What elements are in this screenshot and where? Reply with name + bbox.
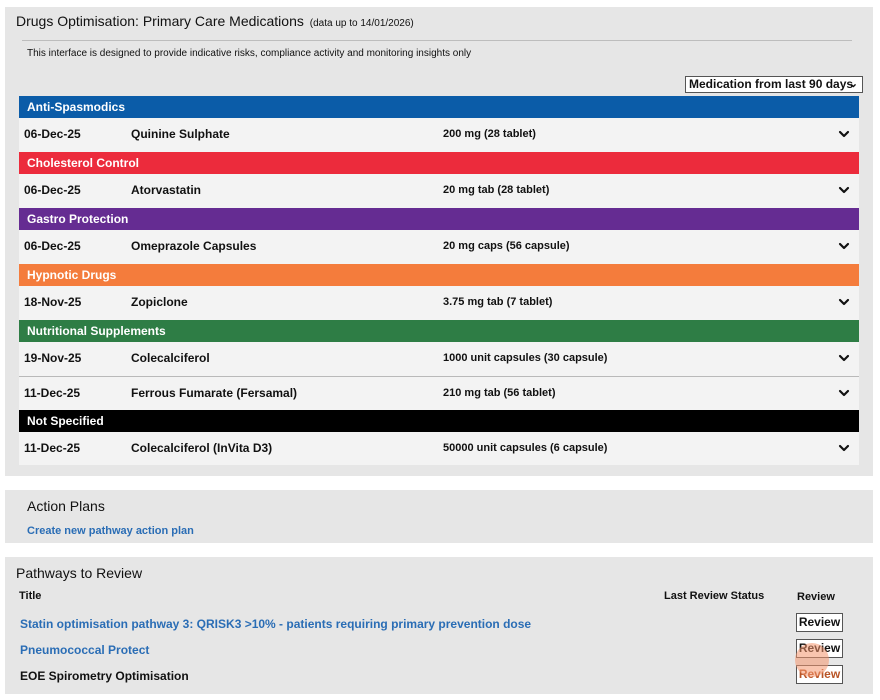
medication-row[interactable]: 06-Dec-25 Quinine Sulphate 200 mg (28 tabl… <box>19 118 859 152</box>
pathway-title: EOE Spirometry Optimisation <box>20 669 189 683</box>
category-header: Nutritional Supplements <box>19 320 859 342</box>
category-group: Not Specified 11-Dec-25 Colecalciferol (In… <box>19 410 859 465</box>
medication-strength: 3.75 mg tab (7 tablet) <box>443 296 553 308</box>
category-group: Nutritional Supplements 19-Nov-25 Colecalc… <box>19 320 859 410</box>
medication-date: 06-Dec-25 <box>24 239 81 253</box>
medication-date: 11-Dec-25 <box>24 441 81 455</box>
page-title: Drugs Optimisation: Primary Care Medicat… <box>16 13 414 29</box>
pathways-title: Pathways to Review <box>16 565 143 581</box>
disclaimer-text: This interface is designed to provide in… <box>27 48 472 59</box>
category-group: Anti-Spasmodics 06-Dec-25 Quinine Sulphate… <box>19 96 859 152</box>
pathways-panel: Pathways to Review Title Last Review Sta… <box>5 557 873 694</box>
medication-name: Atorvastatin <box>131 183 202 197</box>
title-divider <box>22 40 852 41</box>
pathway-title-link[interactable]: Pneumococcal Protect <box>20 643 149 657</box>
chevron-down-icon[interactable] <box>838 387 850 399</box>
medication-name: Quinine Sulphate <box>131 127 230 141</box>
category-group: Hypnotic Drugs 18-Nov-25 Zopiclone 3.75 mg … <box>19 264 859 320</box>
medication-strength: 200 mg (28 tablet) <box>443 128 536 140</box>
chevron-down-icon[interactable] <box>838 352 850 364</box>
medication-date: 06-Dec-25 <box>24 183 81 197</box>
category-header: Anti-Spasmodics <box>19 96 859 118</box>
action-plans-title: Action Plans <box>27 498 105 514</box>
medication-row[interactable]: 06-Dec-25 Atorvastatin 20 mg tab (28 table… <box>19 174 859 208</box>
column-header-title: Title <box>19 590 42 602</box>
medications-panel: Drugs Optimisation: Primary Care Medicat… <box>5 7 873 476</box>
medication-strength: 20 mg caps (56 capsule) <box>443 240 570 252</box>
category-header: Cholesterol Control <box>19 152 859 174</box>
page-title-text: Drugs Optimisation: Primary Care Medicat… <box>16 13 304 29</box>
medication-range-select[interactable]: Medication from last 90 days ⌄ <box>685 76 863 93</box>
medication-strength: 20 mg tab (28 tablet) <box>443 184 550 196</box>
medication-date: 06-Dec-25 <box>24 127 81 141</box>
medication-name: Colecalciferol <box>131 351 210 365</box>
chevron-down-icon[interactable] <box>838 240 850 252</box>
pathway-row: Statin optimisation pathway 3: QRISK3 >1… <box>20 613 860 635</box>
medication-date: 11-Dec-25 <box>24 386 81 400</box>
create-action-plan-link[interactable]: Create new pathway action plan <box>27 525 194 537</box>
medication-strength: 210 mg tab (56 tablet) <box>443 387 556 399</box>
medication-date: 18-Nov-25 <box>24 295 82 309</box>
category-group: Gastro Protection 06-Dec-25 Omeprazole Cap… <box>19 208 859 264</box>
medication-row[interactable]: 18-Nov-25 Zopiclone 3.75 mg tab (7 tablet) <box>19 286 859 320</box>
chevron-down-icon: ⌄ <box>848 78 858 90</box>
chevron-down-icon[interactable] <box>838 442 850 454</box>
medication-strength: 50000 unit capsules (6 capsule) <box>443 442 608 454</box>
medication-strength: 1000 unit capsules (30 capsule) <box>443 352 608 364</box>
pathway-title-link[interactable]: Statin optimisation pathway 3: QRISK3 >1… <box>20 617 531 631</box>
medication-row[interactable]: 06-Dec-25 Omeprazole Capsules 20 mg caps (… <box>19 230 859 264</box>
medication-row[interactable]: 19-Nov-25 Colecalciferol 1000 unit capsule… <box>19 342 859 376</box>
medication-row[interactable]: 11-Dec-25 Colecalciferol (InVita D3) 50000… <box>19 432 859 465</box>
pathway-row: Pneumococcal Protect Review <box>20 639 860 661</box>
review-button[interactable]: Review <box>796 639 843 658</box>
medication-name: Ferrous Fumarate (Fersamal) <box>131 386 298 400</box>
data-date-note: (data up to 14/01/2026) <box>309 18 414 29</box>
action-plans-panel: Action Plans Create new pathway action p… <box>5 490 873 543</box>
medication-row[interactable]: 11-Dec-25 Ferrous Fumarate (Fersamal) 210 … <box>19 376 859 410</box>
column-header-review: Review <box>797 591 835 603</box>
category-header: Gastro Protection <box>19 208 859 230</box>
category-header: Not Specified <box>19 410 859 432</box>
category-group: Cholesterol Control 06-Dec-25 Atorvastatin… <box>19 152 859 208</box>
pathway-row: EOE Spirometry Optimisation Review <box>20 665 860 687</box>
category-header: Hypnotic Drugs <box>19 264 859 286</box>
chevron-down-icon[interactable] <box>838 184 850 196</box>
review-button[interactable]: Review <box>796 665 843 684</box>
column-header-last-review-status: Last Review Status <box>664 590 765 602</box>
chevron-down-icon[interactable] <box>838 128 850 140</box>
chevron-down-icon[interactable] <box>838 296 850 308</box>
review-button[interactable]: Review <box>796 613 843 632</box>
medication-date: 19-Nov-25 <box>24 351 82 365</box>
medication-name: Colecalciferol (InVita D3) <box>131 441 273 455</box>
medication-name: Omeprazole Capsules <box>131 239 257 253</box>
medication-range-value: Medication from last 90 days <box>689 77 854 91</box>
medication-name: Zopiclone <box>131 295 188 309</box>
medication-list: Anti-Spasmodics 06-Dec-25 Quinine Sulphate… <box>19 96 859 465</box>
